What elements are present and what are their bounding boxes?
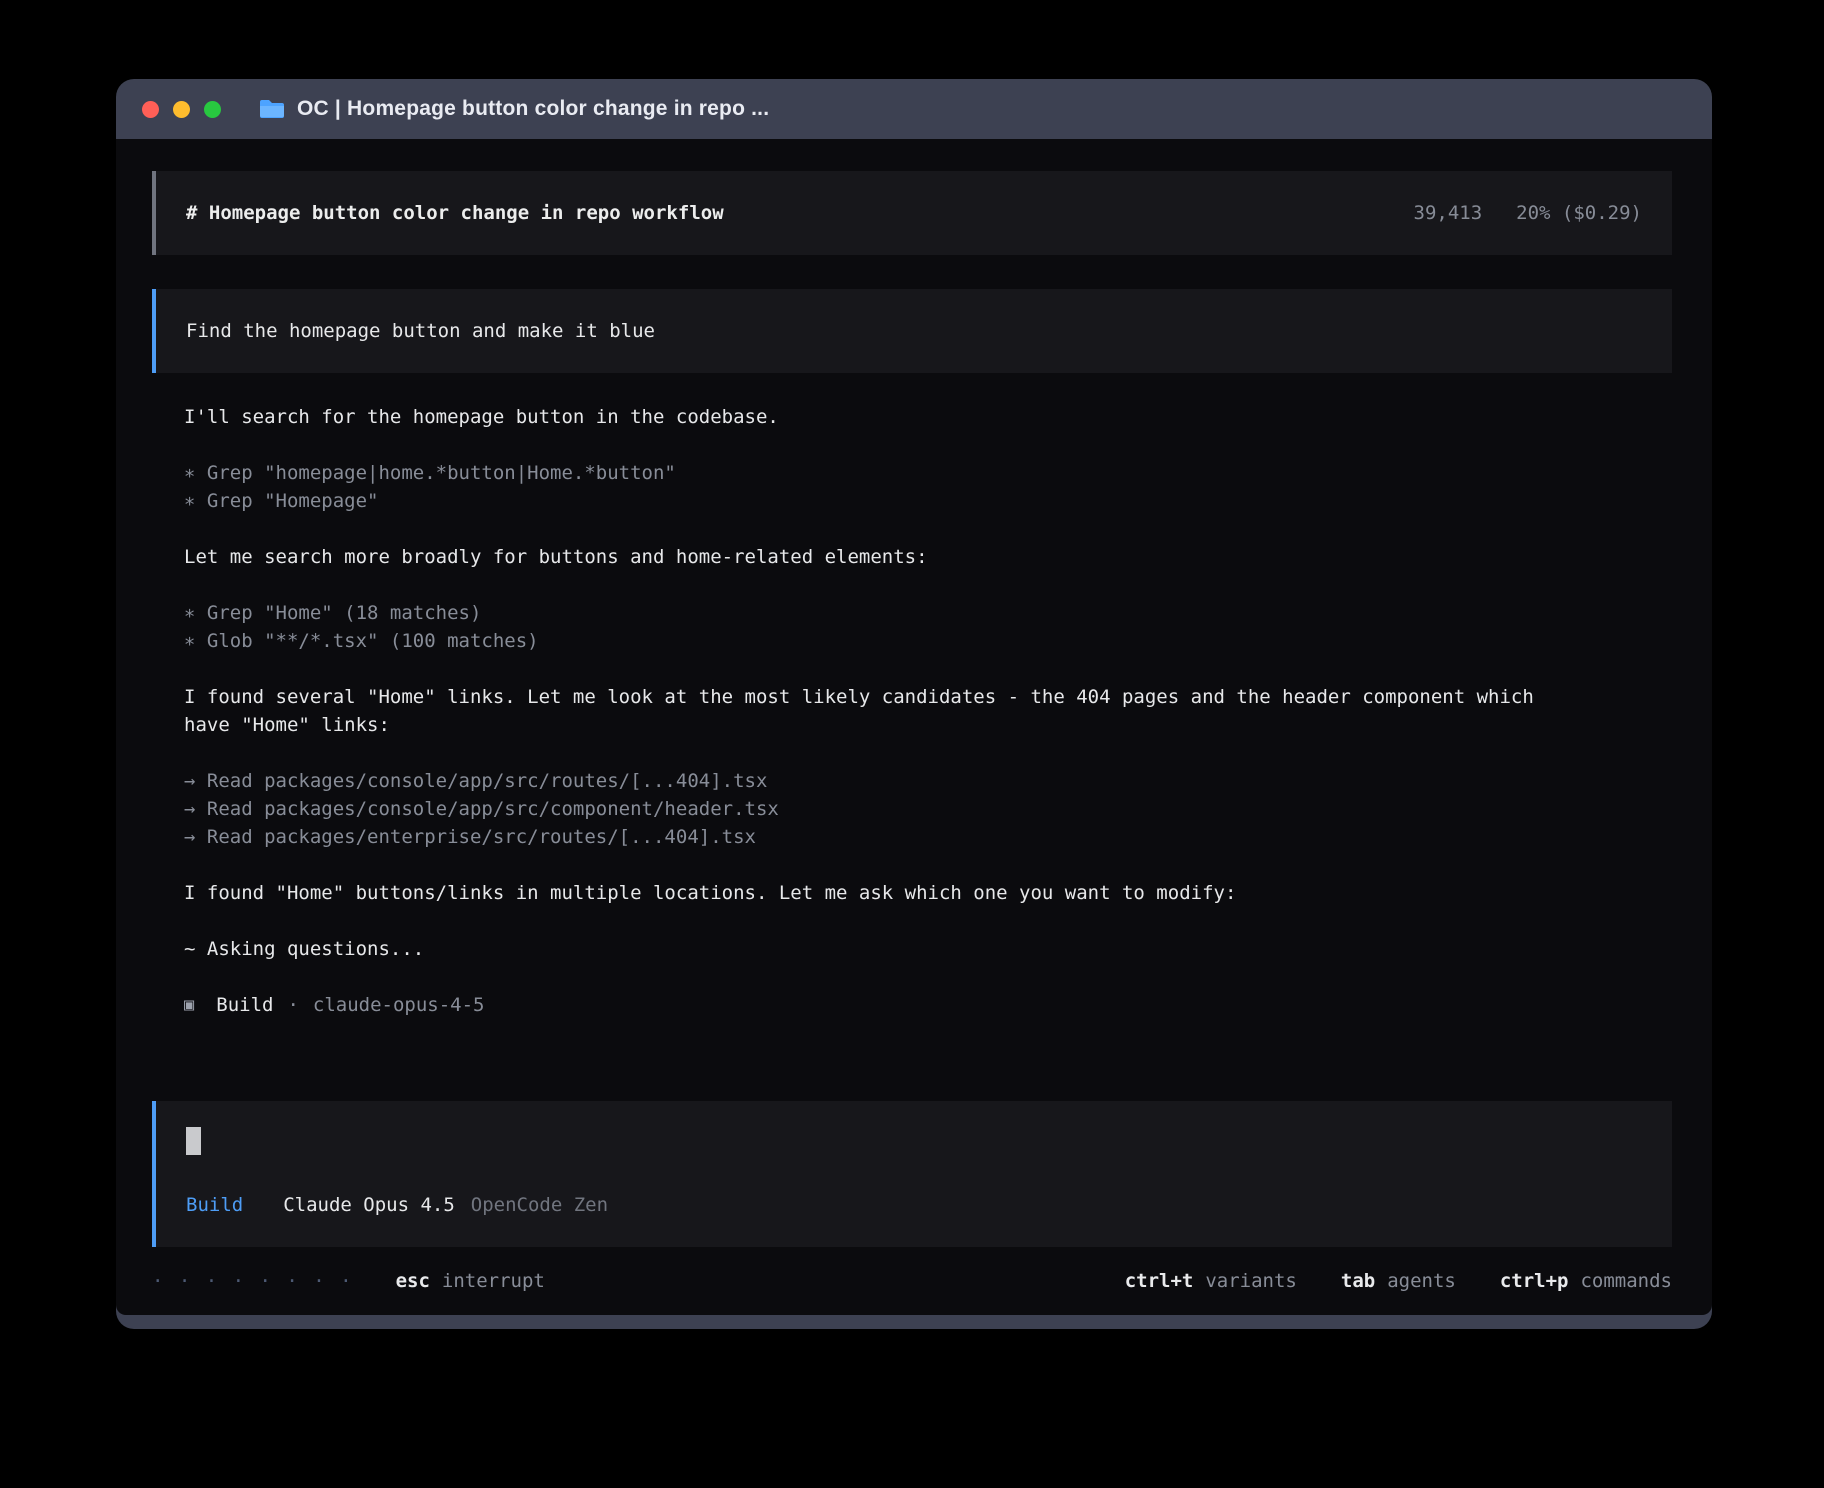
title-group: OC | Homepage button color change in rep… xyxy=(259,97,769,121)
hint-interrupt: esc interrupt xyxy=(396,1267,545,1295)
window-title: OC | Homepage button color change in rep… xyxy=(297,97,769,121)
minimize-button[interactable] xyxy=(173,101,190,118)
composer-meta: Build Claude Opus 4.5 OpenCode Zen xyxy=(186,1191,1642,1219)
hint-key: ctrl+t xyxy=(1125,1267,1194,1295)
assistant-text-line: I found several "Home" links. Let me loo… xyxy=(184,683,1564,739)
session-title: # Homepage button color change in repo w… xyxy=(186,199,724,227)
assistant-text-line: I'll search for the homepage button in t… xyxy=(184,403,1672,431)
flex-spacer xyxy=(152,1029,1672,1101)
agent-separator: · xyxy=(287,991,298,1019)
text-cursor xyxy=(186,1127,201,1155)
hint-label: agents xyxy=(1387,1267,1456,1295)
tool-call-group: → Read packages/console/app/src/routes/[… xyxy=(184,767,1672,851)
window-titlebar: OC | Homepage button color change in rep… xyxy=(116,79,1712,139)
assistant-paragraph: I'll search for the homepage button in t… xyxy=(184,403,1672,431)
terminal-window: OC | Homepage button color change in rep… xyxy=(116,79,1712,1329)
terminal-content: # Homepage button color change in repo w… xyxy=(116,139,1712,1315)
session-header: # Homepage button color change in repo w… xyxy=(152,171,1672,255)
tool-call-line: ∗ Grep "Homepage" xyxy=(184,487,1672,515)
tool-call-line: ∗ Grep "homepage|home.*button|Home.*butt… xyxy=(184,459,1672,487)
tool-call-line: ∗ Grep "Home" (18 matches) xyxy=(184,599,1672,627)
assistant-paragraph: ~ Asking questions... xyxy=(184,935,1672,963)
agent-icon: ▣ xyxy=(184,991,194,1019)
assistant-paragraph: I found "Home" buttons/links in multiple… xyxy=(184,879,1672,907)
tool-call-line: ∗ Glob "**/*.tsx" (100 matches) xyxy=(184,627,1672,655)
composer-mode: Build xyxy=(186,1191,243,1219)
user-message-text: Find the homepage button and make it blu… xyxy=(186,317,655,345)
tool-call-group: ∗ Grep "Home" (18 matches) ∗ Glob "**/*.… xyxy=(184,599,1672,655)
hint-variants: ctrl+t variants xyxy=(1125,1267,1297,1295)
session-meta: 39,413 20% ($0.29) xyxy=(1414,199,1642,227)
assistant-paragraph: Let me search more broadly for buttons a… xyxy=(184,543,1672,571)
status-bar-right: ctrl+t variants tab agents ctrl+p comman… xyxy=(1125,1267,1672,1295)
spinner-dots: · · · · · · · · xyxy=(152,1267,354,1295)
hint-commands: ctrl+p commands xyxy=(1500,1267,1672,1295)
hint-key: tab xyxy=(1341,1267,1375,1295)
hint-label: variants xyxy=(1205,1267,1297,1295)
hint-label: commands xyxy=(1580,1267,1672,1295)
status-bar: · · · · · · · · esc interrupt ctrl+t var… xyxy=(152,1267,1672,1297)
assistant-paragraph: I found several "Home" links. Let me loo… xyxy=(184,683,1564,739)
status-bar-left: · · · · · · · · esc interrupt xyxy=(152,1267,545,1295)
composer-model: Claude Opus 4.5 xyxy=(283,1191,455,1219)
asking-questions-line: ~ Asking questions... xyxy=(184,935,1672,963)
tool-call-line: → Read packages/enterprise/src/routes/[.… xyxy=(184,823,1672,851)
tool-call-line: → Read packages/console/app/src/componen… xyxy=(184,795,1672,823)
user-message: Find the homepage button and make it blu… xyxy=(152,289,1672,373)
window-controls xyxy=(142,101,221,118)
tool-call-group: ∗ Grep "homepage|home.*button|Home.*butt… xyxy=(184,459,1672,515)
agent-status-line: ▣ Build · claude-opus-4-5 xyxy=(184,991,1672,1019)
hint-key: esc xyxy=(396,1267,430,1295)
folder-icon xyxy=(259,99,285,119)
tool-call-line: → Read packages/console/app/src/routes/[… xyxy=(184,767,1672,795)
agent-model: claude-opus-4-5 xyxy=(313,991,485,1019)
hint-label: interrupt xyxy=(442,1267,545,1295)
token-count: 39,413 xyxy=(1414,199,1483,227)
prompt-input[interactable]: Build Claude Opus 4.5 OpenCode Zen xyxy=(152,1101,1672,1247)
agent-name: Build xyxy=(216,991,273,1019)
assistant-transcript: I'll search for the homepage button in t… xyxy=(152,403,1672,1029)
close-button[interactable] xyxy=(142,101,159,118)
composer-provider: OpenCode Zen xyxy=(471,1191,608,1219)
hint-key: ctrl+p xyxy=(1500,1267,1569,1295)
zoom-button[interactable] xyxy=(204,101,221,118)
context-usage: 20% ($0.29) xyxy=(1516,199,1642,227)
assistant-text-line: I found "Home" buttons/links in multiple… xyxy=(184,879,1672,907)
assistant-text-line: Let me search more broadly for buttons a… xyxy=(184,543,1672,571)
hint-agents: tab agents xyxy=(1341,1267,1456,1295)
